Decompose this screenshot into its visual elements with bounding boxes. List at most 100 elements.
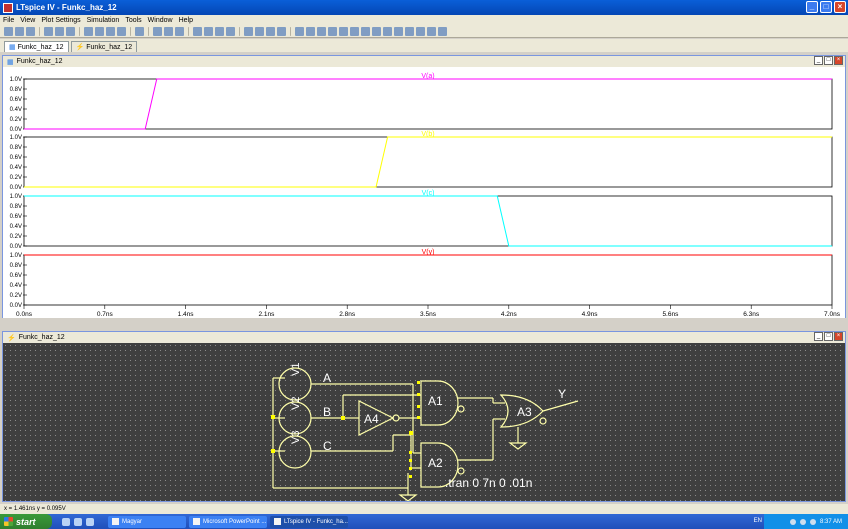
tray-icon[interactable] [799,518,806,525]
windows-flag-icon [4,517,13,526]
waveform-plot[interactable]: 1.0V 0.8V 0.6V 0.4V 0.2V 0.0V V(a) 1.0V 0.8V 0.6V… [3,67,845,318]
find-icon[interactable] [226,26,235,36]
move-icon[interactable] [394,26,403,36]
label-net-icon[interactable] [328,26,337,36]
start-button[interactable]: start [0,514,52,529]
diode-icon[interactable] [372,26,381,36]
tile-vertical-icon[interactable] [164,26,173,36]
status-bar: x = 1.461ns y = 0.095V [0,504,848,514]
zoom-in-icon[interactable] [84,26,93,36]
menu-view[interactable]: View [20,17,35,24]
y-tick-label: 0.2V [10,234,22,240]
tab-waveform[interactable]: ▦ Funkc_haz_12 [4,41,69,52]
y-tick-label: 0.8V [10,145,22,151]
window-title: LTspice IV - Funkc_haz_12 [16,3,117,12]
gate-label-a4: A4 [364,412,379,426]
panel-close-button[interactable]: × [834,332,843,341]
ground-icon[interactable] [317,26,326,36]
tab-schematic[interactable]: ⚡ Funkc_haz_12 [70,41,138,52]
autorange-icon[interactable] [135,26,144,36]
schematic-drawing[interactable]: A B C Y A1 A2 A3 A4 .tran 0 7n 0 .01n V1… [3,343,845,502]
drag-icon[interactable] [405,26,414,36]
panel-close-button[interactable]: × [834,56,843,65]
control-panel-icon[interactable] [44,26,53,36]
net-label-c: C [323,439,332,453]
paste-icon[interactable] [215,26,224,36]
new-schematic-icon[interactable] [4,26,13,36]
menu-tools[interactable]: Tools [125,17,141,24]
wire-icon[interactable] [306,26,315,36]
ltspice-task-icon [274,518,281,525]
menu-help[interactable]: Help [179,17,193,24]
minimize-button[interactable]: _ [806,1,818,13]
text-icon[interactable] [295,26,304,36]
print-preview-icon[interactable] [255,26,264,36]
y-tick-label: 1.0V [10,194,22,200]
schematic-canvas[interactable]: A B C Y A1 A2 A3 A4 .tran 0 7n 0 .01n V1… [3,343,845,502]
pane-frame [23,78,833,130]
y-tick-label: 0.4V [10,283,22,289]
print-icon[interactable] [244,26,253,36]
component-icon[interactable] [383,26,392,36]
document-tabs: ▦ Funkc_haz_12 ⚡ Funkc_haz_12 [0,39,848,52]
capacitor-icon[interactable] [350,26,359,36]
inductor-icon[interactable] [361,26,370,36]
net-label-b: B [323,405,331,419]
mirror-icon[interactable] [427,26,436,36]
toolbar-separator [79,26,80,36]
rotate-icon[interactable] [416,26,425,36]
cut-icon[interactable] [193,26,202,36]
task-magyar[interactable]: Magyar [108,515,186,528]
clock[interactable]: 8:37 AM [820,519,842,525]
copy-icon[interactable] [204,26,213,36]
toolbar-separator [39,26,40,36]
ltspice-app-icon [3,2,13,13]
quick-launch [62,517,94,526]
open-icon[interactable] [15,26,24,36]
undo-icon[interactable] [266,26,275,36]
quicklaunch-icon[interactable] [74,517,82,526]
run-icon[interactable] [55,26,64,36]
redo-icon[interactable] [277,26,286,36]
y-tick-label: 0.0V [10,303,22,309]
toolbar [0,25,848,38]
trace-label: V(a) [421,73,434,80]
cascade-icon[interactable] [175,26,184,36]
panel-restore-button[interactable]: □ [824,332,833,341]
tile-horizontal-icon[interactable] [153,26,162,36]
zoom-out-icon[interactable] [95,26,104,36]
maximize-button[interactable]: □ [820,1,832,13]
language-indicator[interactable]: EN [754,518,762,524]
resistor-icon[interactable] [339,26,348,36]
x-tick-label: 2.8ns [339,311,356,318]
menu-file[interactable]: File [3,17,14,24]
menu-plot-settings[interactable]: Plot Settings [41,17,80,24]
toolbar-separator [239,26,240,36]
halt-icon[interactable] [66,26,75,36]
zoom-pan-icon[interactable] [106,26,115,36]
panel-minimize-button[interactable]: _ [814,56,823,65]
zoom-fit-icon[interactable] [117,26,126,36]
toolbar-separator [148,26,149,36]
menu-window[interactable]: Window [148,17,173,24]
gate-label-a2: A2 [428,456,443,470]
spice-directive-icon[interactable] [438,26,447,36]
panel-restore-button[interactable]: □ [824,56,833,65]
menu-simulation[interactable]: Simulation [87,17,120,24]
quicklaunch-icon[interactable] [86,517,94,526]
close-button[interactable]: × [834,1,846,13]
task-powerpoint[interactable]: Microsoft PowerPoint ... [189,515,267,528]
spice-directive[interactable]: .tran 0 7n 0 .01n [445,476,532,490]
schematic-panel: ⚡ Funkc_haz_12 _ □ × A B C Y A1 A2 A3 A4… [2,331,846,502]
net-label-a: A [323,371,331,385]
save-icon[interactable] [26,26,35,36]
tray-icon[interactable] [809,518,816,525]
trace-label: V(y) [422,249,435,256]
quicklaunch-icon[interactable] [62,517,70,526]
panel-minimize-button[interactable]: _ [814,332,823,341]
tray-icon[interactable] [789,518,796,525]
y-tick-label: 0.6V [10,273,22,279]
powerpoint-icon [193,518,200,525]
task-ltspice[interactable]: LTspice IV - Funkc_ha... [270,515,348,528]
schematic-panel-title-bar: ⚡ Funkc_haz_12 _ □ × [3,332,845,343]
